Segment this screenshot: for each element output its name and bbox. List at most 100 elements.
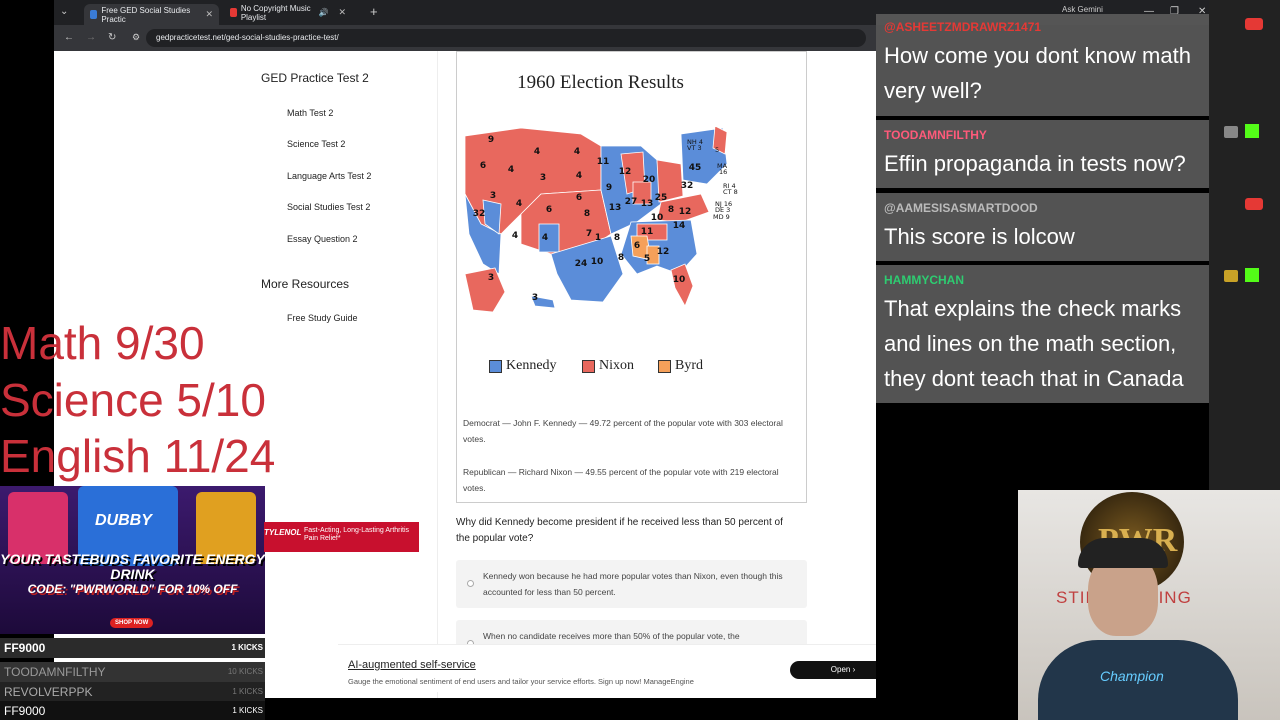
state-vote-label: 24 — [575, 259, 588, 269]
tylenol-text: Fast-Acting, Long-Lasting Arthritis Pain… — [304, 527, 410, 542]
youtube-icon — [1245, 18, 1263, 30]
english-score: English 11/24 — [0, 430, 276, 482]
science-score: Science 5/10 — [0, 374, 266, 426]
kick-count: 10 KICKS — [227, 667, 263, 676]
reload-icon[interactable]: ↻ — [108, 32, 116, 43]
state-vote-label: 4 — [534, 147, 540, 157]
state-vote-label: 9 — [606, 183, 612, 193]
chat-username: HAMMYCHAN — [884, 273, 964, 287]
tab-music-playlist[interactable]: No Copyright Music Playlist 🔊 ✕ — [224, 4, 352, 22]
chat-text: How come you dont know math very well? — [884, 43, 1191, 103]
forward-icon[interactable]: → — [86, 32, 96, 43]
sidebar-title: GED Practice Test 2 — [261, 71, 369, 85]
chat-text: This score is lolcow — [884, 224, 1075, 249]
legend-label: Kennedy — [506, 358, 557, 373]
kick-count: 1 KICKS — [232, 706, 263, 715]
chat-message: @AAMESISASMARTDOOD This score is lolcow — [876, 193, 1209, 261]
northeast-state-label: VT 3 — [687, 144, 702, 152]
state-vote-label: 8 — [618, 253, 624, 263]
state-vote-label: 6 — [634, 241, 640, 251]
map-regions — [464, 125, 728, 313]
ged-favicon-icon — [90, 10, 98, 19]
state-vote-label: 12 — [679, 207, 692, 217]
tab-ged-practice[interactable]: Free GED Social Studies Practic ✕ — [84, 4, 219, 25]
tylenol-ad[interactable]: TYLENOL Fast-Acting, Long-Lasting Arthri… — [264, 522, 419, 552]
tab-search-icon[interactable]: ⌄ — [60, 6, 68, 17]
state-vote-label: 12 — [619, 167, 632, 177]
state-vote-label: 8 — [668, 205, 674, 215]
figure-card: 1960 Election Results 9 4 4 11 12 6 4 3 … — [456, 51, 807, 503]
kick-user: FF9000 — [4, 704, 46, 718]
state-vote-label: 9 — [488, 135, 494, 145]
close-tab-icon[interactable]: ✕ — [338, 7, 346, 18]
state-vote-label: 32 — [473, 209, 486, 219]
radio-button[interactable] — [467, 580, 474, 587]
new-tab-button[interactable]: + — [370, 4, 378, 19]
answer-option-a[interactable]: Kennedy won because he had more popular … — [456, 560, 807, 608]
streamer-cap — [1078, 538, 1168, 568]
shirt-logo: Champion — [1100, 668, 1164, 684]
legend-swatch-kennedy — [489, 359, 502, 373]
speaker-icon[interactable]: 🔊 — [318, 8, 328, 17]
sidebar-link-language-arts[interactable]: Language Arts Test 2 — [287, 171, 371, 181]
sidebar-link-essay[interactable]: Essay Question 2 — [287, 234, 358, 244]
chat-text: That explains the check marks and lines … — [884, 296, 1184, 391]
ad-open-label: Open — [830, 665, 851, 674]
ad-headline[interactable]: AI-augmented self-service — [348, 659, 476, 671]
state-vote-label: 3 — [488, 273, 494, 283]
northeast-state-label: 16 — [719, 168, 727, 176]
address-bar-row: ← → ↻ ⚙ gedpracticetest.net/ged-social-s… — [54, 25, 876, 51]
kick-user: TOODAMNFILTHY — [4, 665, 106, 679]
state-vote-label: 8 — [614, 233, 620, 243]
dubby-promo-banner: DUBBY YOUR TASTEBUDS FAVORITE ENERGY DRI… — [0, 486, 265, 634]
northeast-state-label: CT 8 — [723, 188, 738, 196]
ad-open-button[interactable]: Open › — [790, 661, 876, 679]
state-vote-label: 4 — [512, 231, 518, 241]
sidebar-link-social-studies[interactable]: Social Studies Test 2 — [287, 202, 370, 212]
kick-row: FF9000 1 KICKS — [0, 638, 265, 658]
state-vote-label: 4 — [508, 165, 514, 175]
state-vote-label: 10 — [673, 275, 686, 285]
chat-username: @ASHEETZMDRAWRZ1471 — [884, 20, 1042, 34]
ask-gemini-button[interactable]: Ask Gemini — [1062, 5, 1103, 14]
legend-label: Nixon — [599, 358, 634, 373]
sidebar-link-math[interactable]: Math Test 2 — [287, 108, 333, 118]
option-label: Kennedy won because he had more popular … — [483, 571, 783, 597]
chat-side-strip — [1209, 0, 1280, 490]
state-vote-label: 4 — [576, 171, 582, 181]
back-icon[interactable]: ← — [64, 32, 74, 43]
promo-headline: YOUR TASTEBUDS FAVORITE ENERGY DRINK — [0, 551, 265, 582]
northeast-state-label: MD 9 — [713, 213, 730, 221]
democrat-result-text: Democrat — John F. Kennedy — 49.72 perce… — [463, 418, 783, 444]
state-vote-label: 11 — [641, 227, 654, 237]
url-field[interactable]: gedpracticetest.net/ged-social-studies-p… — [146, 29, 866, 47]
election-map: 94 411126 43 4920324534661327 13258 1232 8 1014… — [464, 125, 738, 313]
state-vote-label: 1 — [595, 233, 601, 243]
sidebar-link-science[interactable]: Science Test 2 — [287, 139, 345, 149]
map-region-alaska — [464, 267, 506, 313]
site-info-icon[interactable]: ⚙ — [132, 32, 140, 43]
kick-row: REVOLVERPPK 1 KICKS — [0, 682, 265, 702]
kick-count: 1 KICKS — [232, 687, 263, 696]
kick-icon — [1245, 124, 1259, 138]
state-vote-label: 20 — [643, 175, 656, 185]
promo-code: CODE: "PWRWORLD" FOR 10% OFF — [27, 582, 238, 596]
legend-nixon: Nixon — [582, 358, 634, 374]
youtube-favicon-icon — [230, 8, 237, 17]
question-text: Why did Kennedy become president if he r… — [456, 517, 783, 544]
state-vote-label: 6 — [546, 205, 552, 215]
ad-banner[interactable]: AI-augmented self-service Gauge the emot… — [338, 644, 876, 692]
republican-result-text: Republican — Richard Nixon — 49.55 perce… — [463, 467, 779, 493]
state-vote-label: 6 — [480, 161, 486, 171]
legend-swatch-byrd — [658, 359, 671, 373]
sidebar-link-study-guide[interactable]: Free Study Guide — [287, 313, 358, 323]
shop-now-badge: SHOP NOW — [110, 618, 154, 628]
northeast-state-label: 5 — [715, 146, 719, 154]
state-vote-label: 4 — [574, 147, 580, 157]
state-vote-label: 10 — [651, 213, 664, 223]
more-resources-title: More Resources — [261, 277, 350, 291]
kick-row: TOODAMNFILTHY 10 KICKS — [0, 662, 265, 682]
close-tab-icon[interactable]: ✕ — [205, 9, 213, 20]
option-label: When no candidate receives more than 50%… — [483, 631, 740, 641]
chat-username: @AAMESISASMARTDOOD — [884, 201, 1038, 215]
